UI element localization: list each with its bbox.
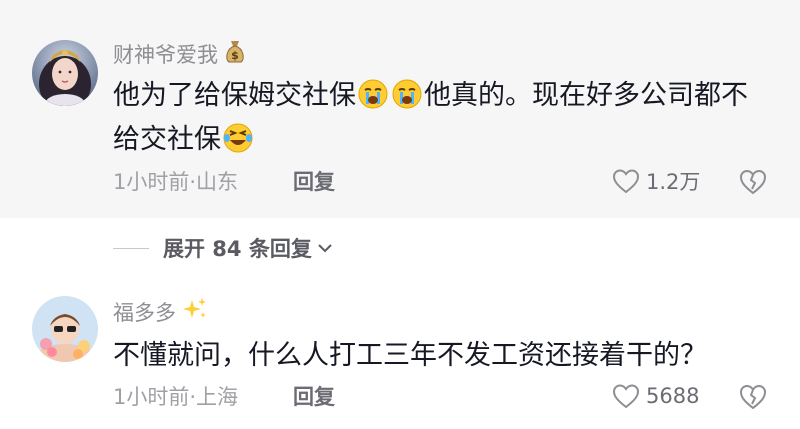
expand-replies[interactable]: 展开 84 条回复 xyxy=(113,232,334,264)
reply-button[interactable]: 回复 xyxy=(293,381,335,411)
like-button[interactable]: 5688 xyxy=(612,383,722,409)
comment-meta-row: 1小时前·上海 回复 5688 xyxy=(113,381,768,411)
expand-replies-label: 展开 84 条回复 xyxy=(163,237,312,261)
comment-meta-row: 1小时前·山东 回复 1.2万 xyxy=(113,166,768,196)
comment-username[interactable]: 财神爷爱我 $ xyxy=(113,38,246,71)
comment-time-location: 1小时前·山东 xyxy=(113,170,239,194)
sparkles-icon xyxy=(182,296,208,329)
like-count: 1.2万 xyxy=(646,170,701,194)
heart-icon xyxy=(612,169,640,194)
reply-button[interactable]: 回复 xyxy=(293,166,335,196)
heart-icon xyxy=(612,384,640,409)
comment-text: 他为了给保姆交社保 他真的。现在好多公司都不给交社保 xyxy=(113,74,773,162)
money-bag-icon: $ xyxy=(224,38,246,71)
comment-time-location: 1小时前·上海 xyxy=(113,385,239,409)
crying-face-icon xyxy=(392,79,422,109)
comment-item-2: 福多多 不懂就问，什么人打工三年不发工资还接着干的？ 1小时前·上海 回复 56… xyxy=(0,280,800,429)
comment-item-1: 财神爷爱我 $ 他为了给保姆交社保 他真的。现在好多公司都不给交社保 1小时前·… xyxy=(0,0,800,218)
crying-face-icon xyxy=(358,79,388,109)
laughing-tears-face-icon xyxy=(223,123,253,153)
avatar[interactable] xyxy=(32,40,98,106)
broken-heart-icon[interactable] xyxy=(738,166,768,196)
username-text: 财神爷爱我 xyxy=(113,42,218,67)
divider xyxy=(113,247,149,249)
broken-heart-icon[interactable] xyxy=(738,381,768,411)
comment-text-part1: 他为了给保姆交社保 xyxy=(113,80,356,111)
like-count: 5688 xyxy=(646,384,700,408)
username-text: 福多多 xyxy=(113,300,176,325)
like-button[interactable]: 1.2万 xyxy=(612,166,722,196)
svg-text:$: $ xyxy=(231,49,239,62)
comment-username[interactable]: 福多多 xyxy=(113,296,208,329)
chevron-down-icon xyxy=(318,244,332,253)
comment-text: 不懂就问，什么人打工三年不发工资还接着干的？ xyxy=(113,340,707,371)
avatar[interactable] xyxy=(32,296,98,362)
